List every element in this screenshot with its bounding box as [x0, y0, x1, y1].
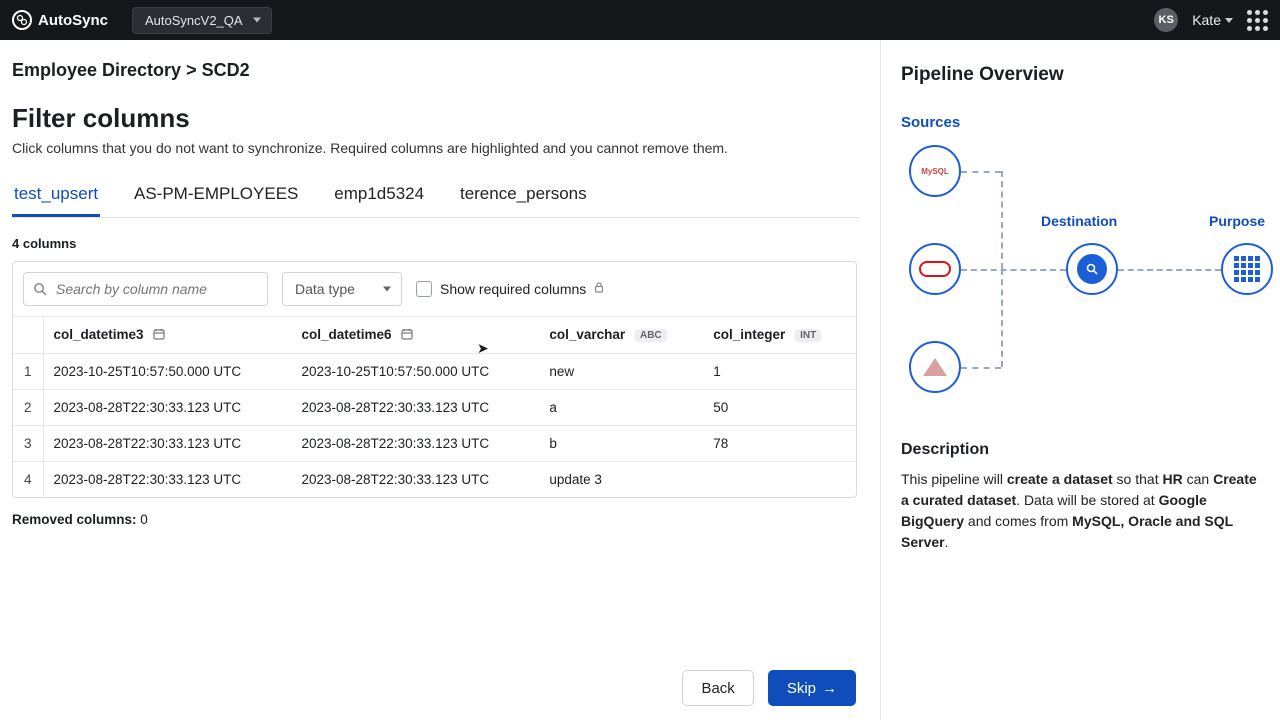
tab-terence-persons[interactable]: terence_persons: [458, 178, 589, 214]
table-row[interactable]: 2 2023-08-28T22:30:33.123 UTC 2023-08-28…: [13, 389, 856, 425]
calendar-icon: [401, 328, 413, 343]
destination-label: Destination: [1041, 213, 1117, 229]
arrow-right-icon: →: [822, 680, 837, 697]
page-title: Filter columns: [12, 103, 860, 134]
datatype-select[interactable]: Data type: [282, 272, 402, 306]
user-name-label: Kate: [1192, 12, 1221, 28]
pipeline-diagram: Destination Purpose MySQL: [901, 141, 1260, 421]
table-row[interactable]: 3 2023-08-28T22:30:33.123 UTC 2023-08-28…: [13, 425, 856, 461]
header-col-varchar[interactable]: col_varchar ABC: [539, 317, 703, 354]
column-count: 4 columns: [12, 236, 860, 251]
columns-panel: Data type Show required columns col_date…: [12, 261, 857, 498]
description-title: Description: [901, 441, 1260, 459]
environment-select[interactable]: AutoSyncV2_QA: [132, 7, 272, 34]
type-badge-abc: ABC: [635, 329, 667, 342]
header-col-datetime6[interactable]: col_datetime6: [292, 317, 540, 354]
chevron-down-icon: [1225, 18, 1233, 23]
skip-button[interactable]: Skip →: [768, 670, 856, 706]
table-row[interactable]: 1 2023-10-25T10:57:50.000 UTC 2023-10-25…: [13, 353, 856, 389]
apps-grid-icon[interactable]: [1247, 10, 1268, 31]
table-tabs: test_upsert AS-PM-EMPLOYEES emp1d5324 te…: [12, 178, 860, 218]
columns-table: col_datetime3 col_datetime6: [13, 316, 856, 497]
page-description: Click columns that you do not want to sy…: [12, 140, 860, 156]
environment-value: AutoSyncV2_QA: [145, 13, 243, 28]
brand-logo-icon: [12, 10, 32, 30]
lock-icon: [594, 282, 604, 296]
search-icon: [33, 282, 47, 296]
avatar[interactable]: KS: [1154, 8, 1178, 32]
type-badge-int: INT: [795, 329, 821, 342]
checkbox-icon: [416, 281, 432, 297]
search-wrap: [23, 272, 268, 306]
source-node-oracle[interactable]: [909, 243, 961, 295]
brand[interactable]: AutoSync: [12, 10, 108, 30]
top-bar: AutoSync AutoSyncV2_QA KS Kate: [0, 0, 1280, 40]
tab-emp1d5324[interactable]: emp1d5324: [332, 178, 426, 214]
source-node-mysql[interactable]: MySQL: [909, 145, 961, 197]
back-button[interactable]: Back: [682, 670, 753, 706]
user-menu[interactable]: Kate: [1192, 12, 1233, 28]
table-row[interactable]: 4 2023-08-28T22:30:33.123 UTC 2023-08-28…: [13, 461, 856, 497]
header-col-datetime3[interactable]: col_datetime3: [43, 317, 292, 354]
sidebar-title: Pipeline Overview: [901, 64, 1260, 86]
breadcrumb[interactable]: Employee Directory > SCD2: [12, 60, 860, 81]
description-text: This pipeline will create a dataset so t…: [901, 469, 1260, 553]
show-required-toggle[interactable]: Show required columns: [416, 281, 604, 297]
header-rownum: [13, 317, 43, 354]
tab-test-upsert[interactable]: test_upsert: [12, 178, 100, 217]
tab-as-pm-employees[interactable]: AS-PM-EMPLOYEES: [132, 178, 300, 214]
sources-label: Sources: [901, 114, 1260, 131]
brand-name: AutoSync: [38, 12, 108, 29]
show-required-label: Show required columns: [440, 281, 586, 297]
destination-node[interactable]: [1066, 243, 1118, 295]
datatype-label: Data type: [295, 281, 355, 297]
removed-columns: Removed columns: 0: [12, 512, 860, 527]
purpose-node[interactable]: [1221, 243, 1273, 295]
calendar-icon: [153, 328, 165, 343]
search-input[interactable]: [23, 272, 268, 306]
purpose-label: Purpose: [1209, 213, 1265, 229]
source-node-sqlserver[interactable]: [909, 341, 961, 393]
header-col-integer[interactable]: col_integer INT: [703, 317, 856, 354]
